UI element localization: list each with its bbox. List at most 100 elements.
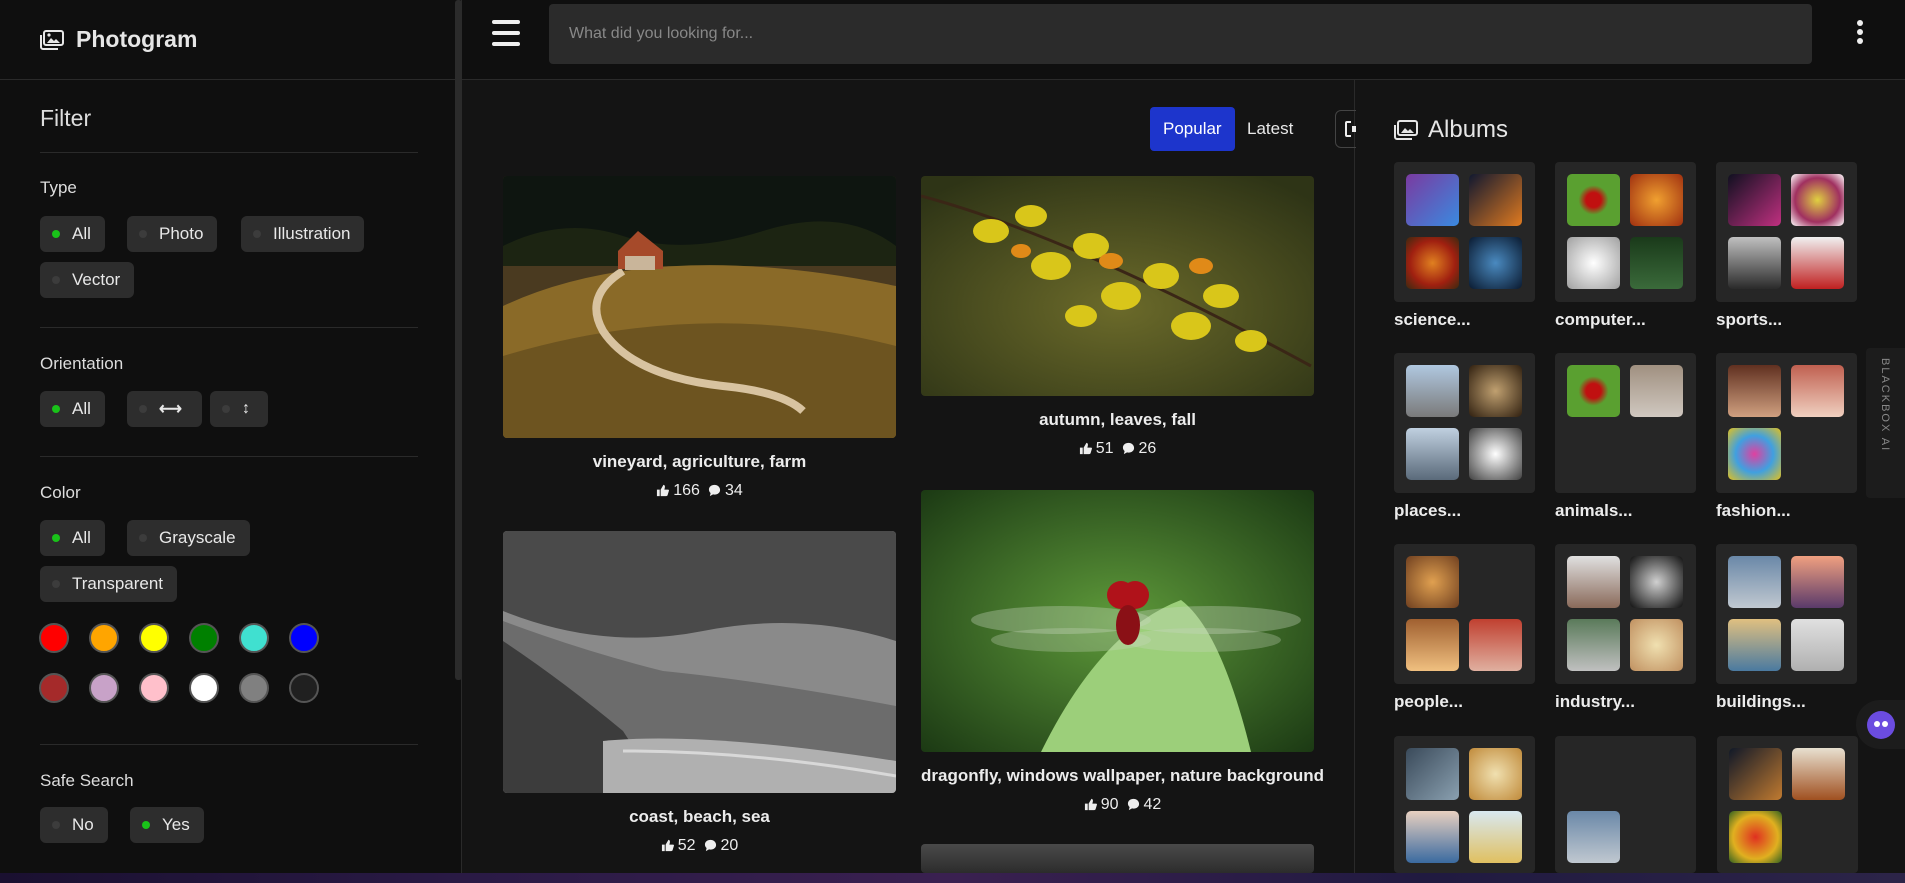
assistant-bot-button[interactable] [1856,700,1905,749]
album-name[interactable]: industry... [1555,692,1696,712]
color-swatch[interactable] [139,673,169,703]
tab-popular[interactable]: Popular [1150,107,1235,151]
album-card[interactable] [1717,736,1858,873]
likes-count[interactable]: 166 [656,482,700,500]
color-swatch[interactable] [289,673,319,703]
color-swatch[interactable] [139,623,169,653]
photo-coast[interactable] [503,531,896,793]
comments-count[interactable]: 34 [708,482,743,500]
album-name[interactable]: people... [1394,692,1535,712]
album-name[interactable]: places... [1394,501,1535,521]
color-swatch[interactable] [239,623,269,653]
color-grayscale-chip[interactable]: Grayscale [127,520,250,556]
color-swatch[interactable] [289,623,319,653]
photo-card[interactable] [921,844,1314,873]
tab-latest[interactable]: Latest [1234,107,1306,151]
album-thumbs [1716,162,1857,302]
sidebar-scrollbar[interactable] [455,0,462,680]
album-card[interactable]: fashion... [1716,353,1857,521]
album-name[interactable]: computer... [1555,310,1696,330]
album-thumbnail [1728,365,1781,417]
menu-icon[interactable] [492,20,520,46]
comment-icon [704,840,716,852]
color-swatch[interactable] [39,623,69,653]
app-root: Photogram Filter Type All Photo Illustra… [0,0,1905,883]
album-thumbnail [1406,237,1459,289]
photo-card[interactable]: autumn, leaves, fall 51 26 [921,176,1314,458]
type-vector-chip[interactable]: Vector [40,262,135,298]
photo-feed: Popular Latest vineyard, agriculture, fa… [462,80,1373,873]
selected-dot-icon [52,405,60,413]
dot-icon [139,405,147,413]
color-swatch[interactable] [89,673,119,703]
album-name[interactable]: sports... [1716,310,1857,330]
likes-count[interactable]: 90 [1084,796,1119,814]
photo-dragonfly[interactable] [921,490,1314,752]
color-swatch[interactable] [189,623,219,653]
blackbox-ai-tab[interactable]: BLACKBOX AI [1866,348,1905,498]
photo-stats: 166 34 [503,482,896,500]
color-transparent-chip[interactable]: Transparent [40,566,178,602]
album-thumbnail [1630,174,1683,226]
color-swatch[interactable] [39,673,69,703]
album-card[interactable] [1555,736,1696,873]
search-input[interactable] [549,4,1812,64]
comments-count[interactable]: 20 [704,837,738,855]
color-all-chip[interactable]: All [40,520,105,556]
album-card[interactable]: sports... [1716,162,1857,330]
photo-card[interactable]: coast, beach, sea 52 20 [503,531,896,855]
album-thumbnail [1728,619,1781,671]
album-card[interactable]: industry... [1555,544,1696,712]
photo-card[interactable]: vineyard, agriculture, farm 166 34 [503,176,896,500]
album-name[interactable]: buildings... [1716,692,1857,712]
thumbs-up-icon [1079,443,1092,455]
brand[interactable]: Photogram [0,0,461,80]
type-illustration-chip[interactable]: Illustration [241,216,365,252]
album-name[interactable]: fashion... [1716,501,1857,521]
photos-icon [1394,120,1418,140]
color-swatch[interactable] [189,673,219,703]
comments-count[interactable]: 26 [1122,440,1156,458]
album-thumbs [1555,544,1696,684]
safe-search-no-chip[interactable]: No [40,807,108,843]
type-photo-chip[interactable]: Photo [127,216,218,252]
album-thumbnail [1728,174,1781,226]
album-name[interactable]: animals... [1555,501,1696,521]
album-name[interactable]: science... [1394,310,1535,330]
album-thumbnail [1469,174,1522,226]
album-card[interactable]: people... [1394,544,1535,712]
color-swatch[interactable] [89,623,119,653]
album-card[interactable]: computer... [1555,162,1696,330]
photo-vineyard[interactable] [503,176,896,438]
orientation-all-chip[interactable]: All [40,391,105,427]
photo-stats: 90 42 [921,796,1324,814]
comments-count[interactable]: 42 [1127,796,1161,814]
divider [40,327,418,328]
photo-stats: 52 20 [503,837,896,855]
color-swatch[interactable] [239,673,269,703]
comment-icon [708,485,721,497]
orientation-vertical-chip[interactable]: ↕ [210,391,268,427]
likes-count[interactable]: 51 [1079,440,1114,458]
thumbs-up-icon [661,840,674,852]
album-thumbnail [1406,365,1459,417]
album-card[interactable]: animals... [1555,353,1696,521]
album-thumbnail [1630,556,1683,608]
album-card[interactable]: science... [1394,162,1535,330]
album-card[interactable] [1394,736,1535,873]
thumbs-up-icon [657,485,670,497]
photo-card[interactable]: dragonfly, windows wallpaper, nature bac… [921,490,1324,814]
album-card[interactable]: buildings... [1716,544,1857,712]
photo-autumn-leaves[interactable] [921,176,1314,396]
selected-dot-icon [52,534,60,542]
likes-count[interactable]: 52 [661,837,696,855]
more-options-icon[interactable] [1855,20,1865,50]
divider [40,744,418,745]
orientation-horizontal-chip[interactable]: ⟷ [127,391,202,427]
safe-search-yes-chip[interactable]: Yes [130,807,204,843]
photo-partial[interactable] [921,844,1314,873]
color-label: Color [40,483,81,502]
type-all-chip[interactable]: All [40,216,105,252]
album-card[interactable]: places... [1394,353,1535,521]
selected-dot-icon [142,821,150,829]
